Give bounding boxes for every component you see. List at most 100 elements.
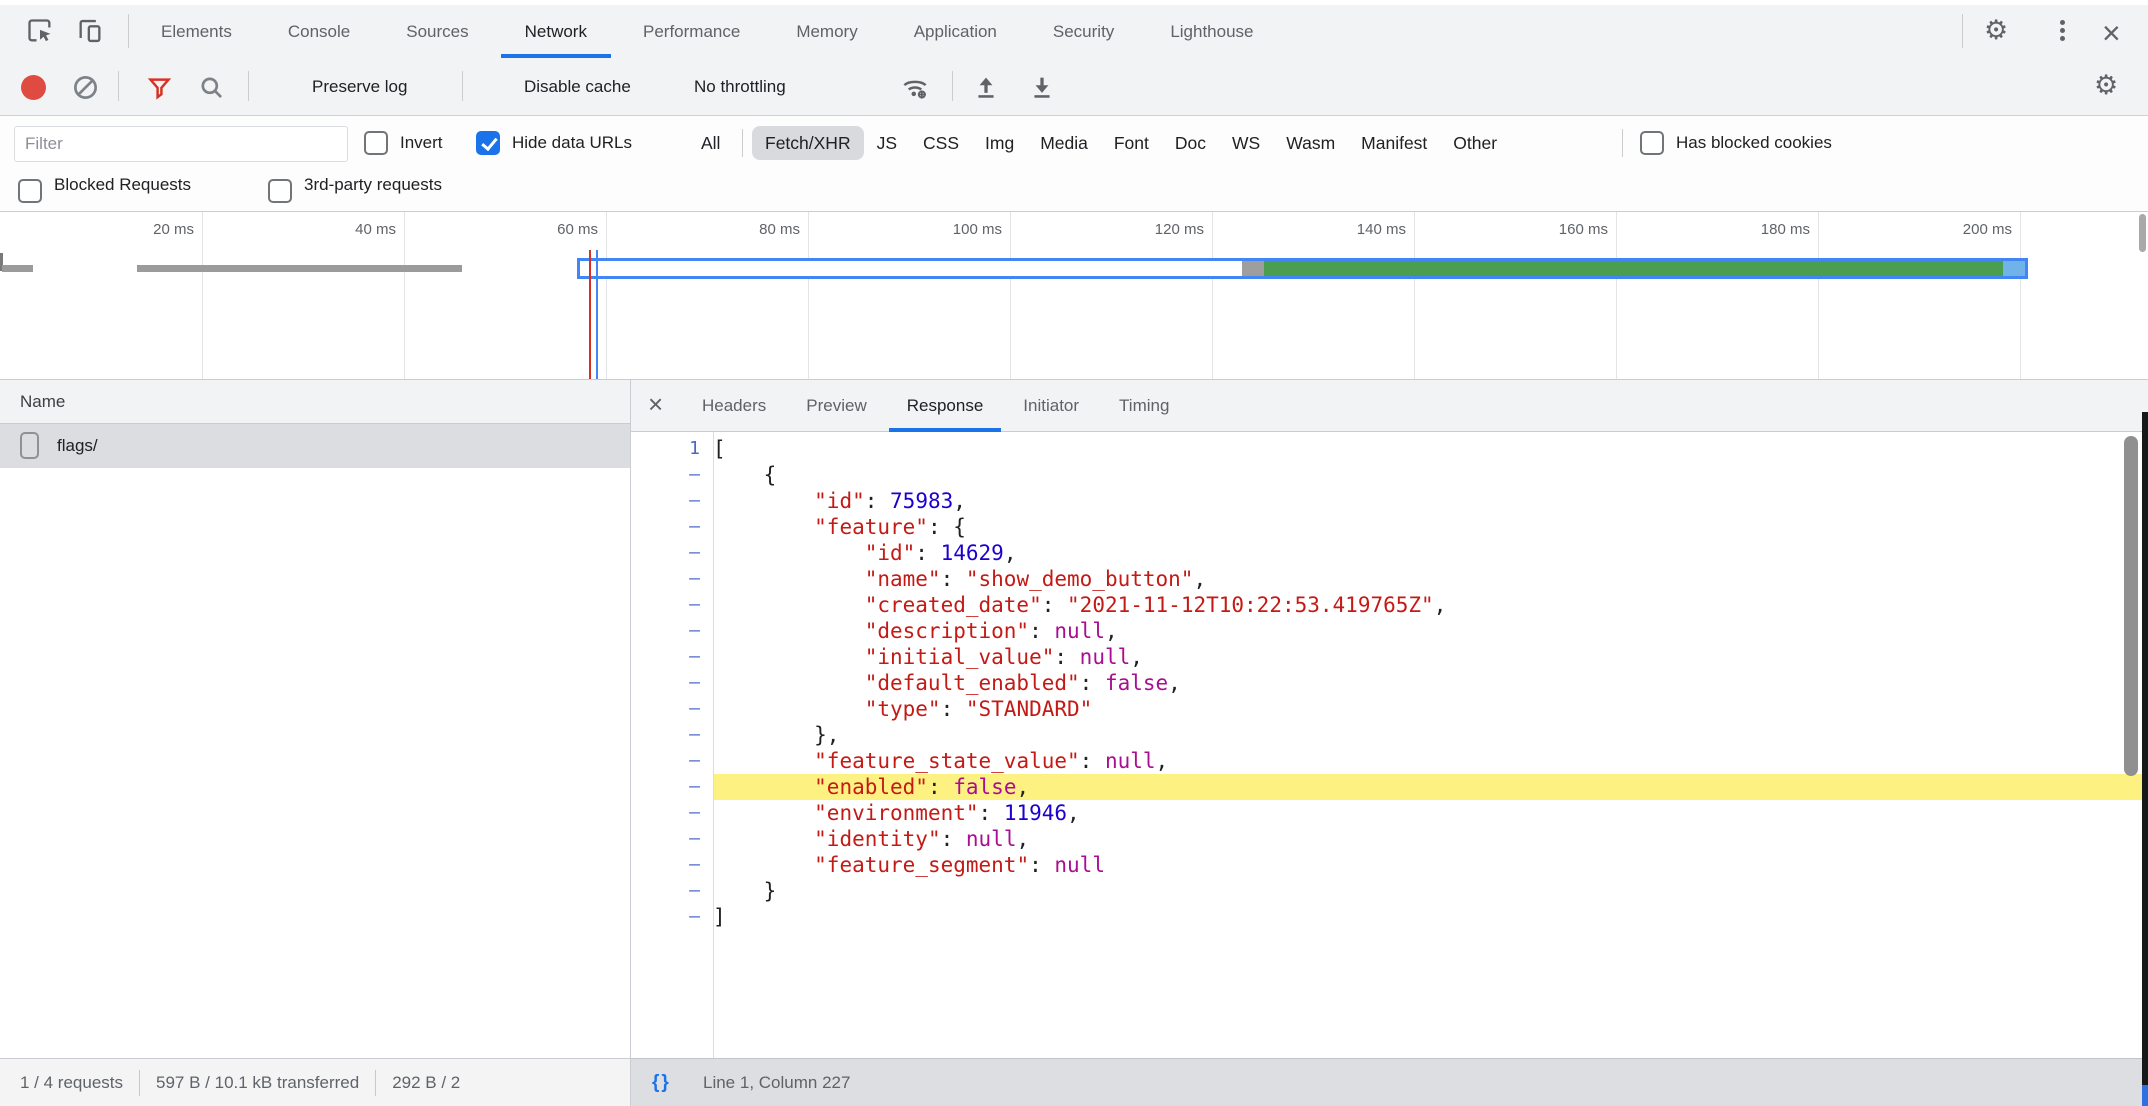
filter-funnel-icon[interactable] [146, 74, 173, 101]
filter-chip-wasm[interactable]: Wasm [1273, 126, 1348, 160]
filter-input[interactable] [14, 126, 348, 162]
filter-chip-ws[interactable]: WS [1219, 126, 1273, 160]
detail-tab-response[interactable]: Response [887, 380, 1004, 432]
filter-chip-css[interactable]: CSS [910, 126, 972, 160]
token: null [966, 827, 1017, 851]
overview-gridline [2020, 212, 2021, 379]
close-detail-icon[interactable]: × [648, 380, 663, 428]
tab-network[interactable]: Network [497, 5, 615, 58]
line-number: – [631, 774, 713, 800]
request-row-flags[interactable]: flags/ [0, 424, 630, 468]
filter-chip-media[interactable]: Media [1027, 126, 1101, 160]
tab-lighthouse[interactable]: Lighthouse [1142, 5, 1281, 58]
line-number: – [631, 904, 713, 930]
token: : [928, 775, 953, 799]
inspect-element-icon[interactable] [26, 17, 54, 45]
token: "environment" [814, 801, 978, 825]
tab-sources[interactable]: Sources [378, 5, 496, 58]
line-number: – [631, 722, 713, 748]
settings-gear-icon[interactable]: ⚙ [1984, 17, 2008, 44]
line-number: – [631, 566, 713, 592]
third-party-requests-checkbox[interactable] [268, 179, 292, 203]
resource-type-chips: Fetch/XHRJSCSSImgMediaFontDocWSWasmManif… [752, 126, 1510, 160]
detail-tab-initiator[interactable]: Initiator [1003, 380, 1099, 432]
filter-chip-all[interactable]: All [688, 126, 733, 160]
code-line: – "name": "show_demo_button", [631, 566, 2148, 592]
overview-gridline [1818, 212, 1819, 379]
line-number: – [631, 644, 713, 670]
tab-memory[interactable]: Memory [768, 5, 885, 58]
token: 11946 [1004, 801, 1067, 825]
overview-tick-label: 180 ms [1730, 221, 1810, 238]
filter-chip-img[interactable]: Img [972, 126, 1027, 160]
filter-chip-js[interactable]: JS [864, 126, 910, 160]
window-right-edge-accent [2142, 1085, 2148, 1106]
export-har-icon[interactable] [1028, 73, 1056, 101]
detail-tab-preview[interactable]: Preview [786, 380, 886, 432]
tab-application[interactable]: Application [886, 5, 1025, 58]
close-devtools-icon[interactable]: × [2102, 8, 2121, 58]
filter-chip-font[interactable]: Font [1101, 126, 1162, 160]
code-line: – "description": null, [631, 618, 2148, 644]
filter-divider [742, 129, 743, 157]
overview-request-bar [2, 265, 33, 272]
response-code-viewer: 1[– {– "id": 75983,– "feature": {– "id":… [631, 436, 2148, 930]
token [713, 541, 865, 565]
filter-chip-fetch-xhr[interactable]: Fetch/XHR [752, 126, 864, 160]
overview-gridline [404, 212, 405, 379]
tab-elements[interactable]: Elements [133, 5, 260, 58]
tab-performance[interactable]: Performance [615, 5, 768, 58]
name-column-header[interactable]: Name [0, 380, 630, 424]
dom-content-loaded-marker [589, 250, 591, 379]
invert-checkbox[interactable] [364, 131, 388, 155]
toolbar-divider [462, 71, 463, 101]
token: , [1105, 619, 1118, 643]
token: : { [928, 515, 966, 539]
token: : [979, 801, 1004, 825]
clear-network-log-icon[interactable] [72, 74, 99, 101]
overview-gridline [606, 212, 607, 379]
token: null [1080, 645, 1131, 669]
more-options-icon[interactable] [2060, 17, 2066, 44]
has-blocked-cookies-checkbox[interactable] [1640, 131, 1664, 155]
overview-gridline [808, 212, 809, 379]
devtools-tab-bar: ElementsConsoleSourcesNetworkPerformance… [0, 5, 2148, 59]
network-conditions-icon[interactable] [900, 72, 930, 102]
filter-chip-other[interactable]: Other [1440, 126, 1510, 160]
token [713, 645, 865, 669]
filter-chip-manifest[interactable]: Manifest [1348, 126, 1440, 160]
tab-security[interactable]: Security [1025, 5, 1142, 58]
preserve-log-label: Preserve log [312, 58, 407, 116]
hide-data-urls-checkbox[interactable] [476, 131, 500, 155]
code-content: "environment": 11946, [713, 800, 2148, 826]
network-overview-timeline[interactable]: 20 ms40 ms60 ms80 ms100 ms120 ms140 ms16… [0, 212, 2148, 380]
import-har-icon[interactable] [972, 73, 1000, 101]
code-line: – "created_date": "2021-11-12T10:22:53.4… [631, 592, 2148, 618]
device-toolbar-icon[interactable] [76, 17, 104, 45]
network-settings-gear-icon[interactable]: ⚙ [2094, 72, 2118, 99]
blocked-requests-checkbox[interactable] [18, 179, 42, 203]
document-icon [20, 432, 39, 459]
overview-tick-label: 100 ms [922, 221, 1002, 238]
overview-gridline [1010, 212, 1011, 379]
overview-tick-label: 20 ms [114, 221, 194, 238]
detail-tab-timing[interactable]: Timing [1099, 380, 1189, 432]
token: , [1434, 593, 1447, 617]
throttling-select[interactable]: No throttling [694, 58, 786, 116]
token: : [1029, 619, 1054, 643]
bar-stalled-segment [1242, 261, 1264, 276]
scrollbar-thumb[interactable] [2124, 436, 2138, 776]
record-network-log-icon[interactable] [21, 75, 46, 100]
scrollbar-thumb[interactable] [2139, 214, 2146, 252]
pretty-print-icon[interactable]: {} [652, 1059, 671, 1106]
overview-request-bar [137, 265, 462, 272]
code-content: "type": "STANDARD" [713, 696, 2148, 722]
token: , [1130, 645, 1143, 669]
requests-count: 1 / 4 requests [20, 1073, 123, 1093]
tab-console[interactable]: Console [260, 5, 378, 58]
filter-chip-doc[interactable]: Doc [1162, 126, 1219, 160]
detail-tab-headers[interactable]: Headers [682, 380, 786, 432]
search-icon[interactable] [198, 74, 225, 101]
code-line: – "type": "STANDARD" [631, 696, 2148, 722]
code-line: – } [631, 878, 2148, 904]
